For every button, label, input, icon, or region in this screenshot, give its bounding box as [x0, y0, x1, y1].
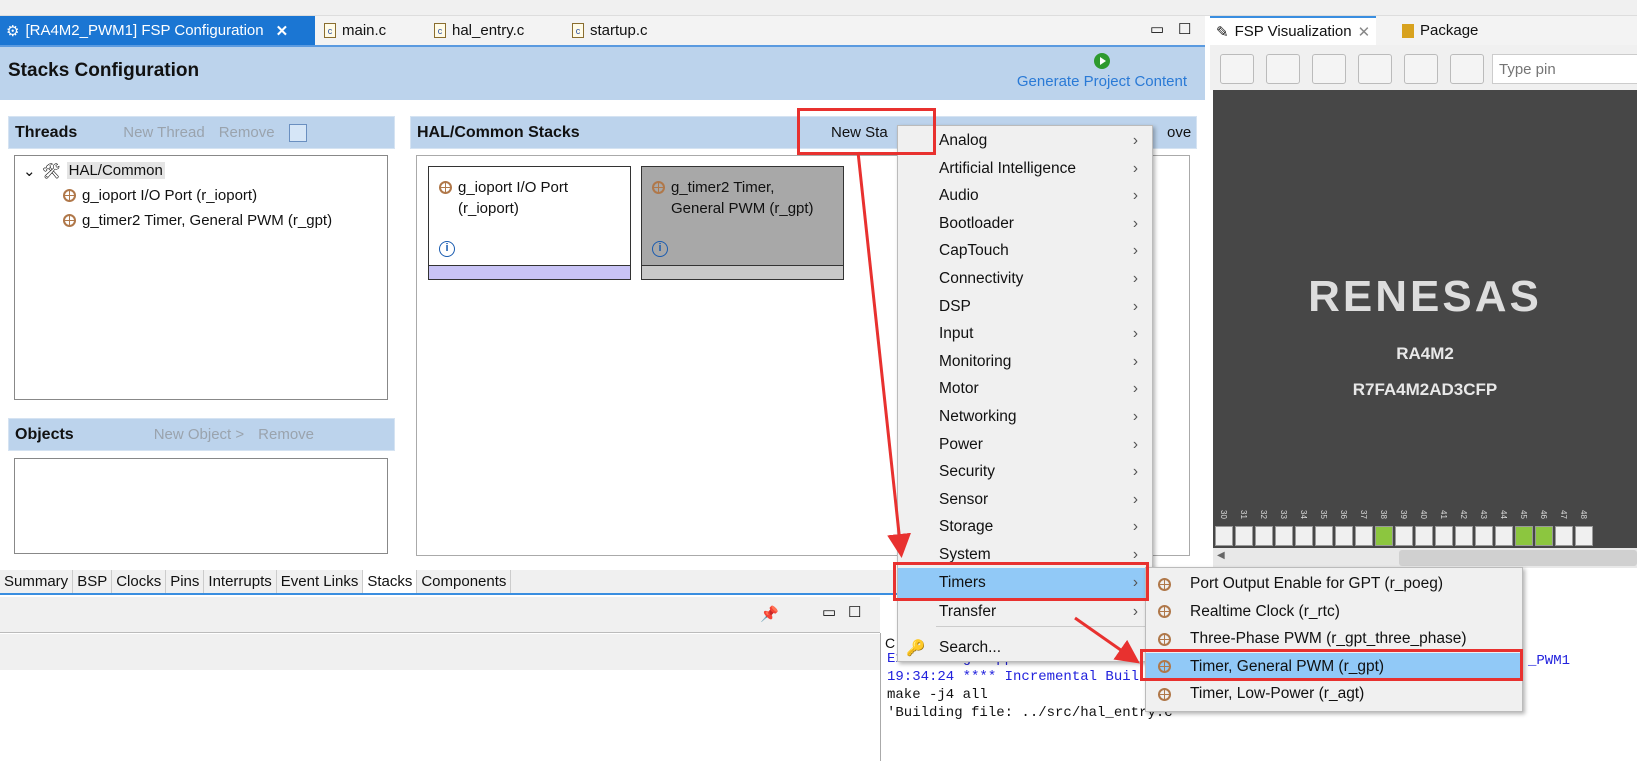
arrow-to-timers	[856, 151, 912, 558]
annotation-arrows	[856, 151, 1140, 664]
arrow-to-timer-gpt	[1074, 616, 1140, 664]
